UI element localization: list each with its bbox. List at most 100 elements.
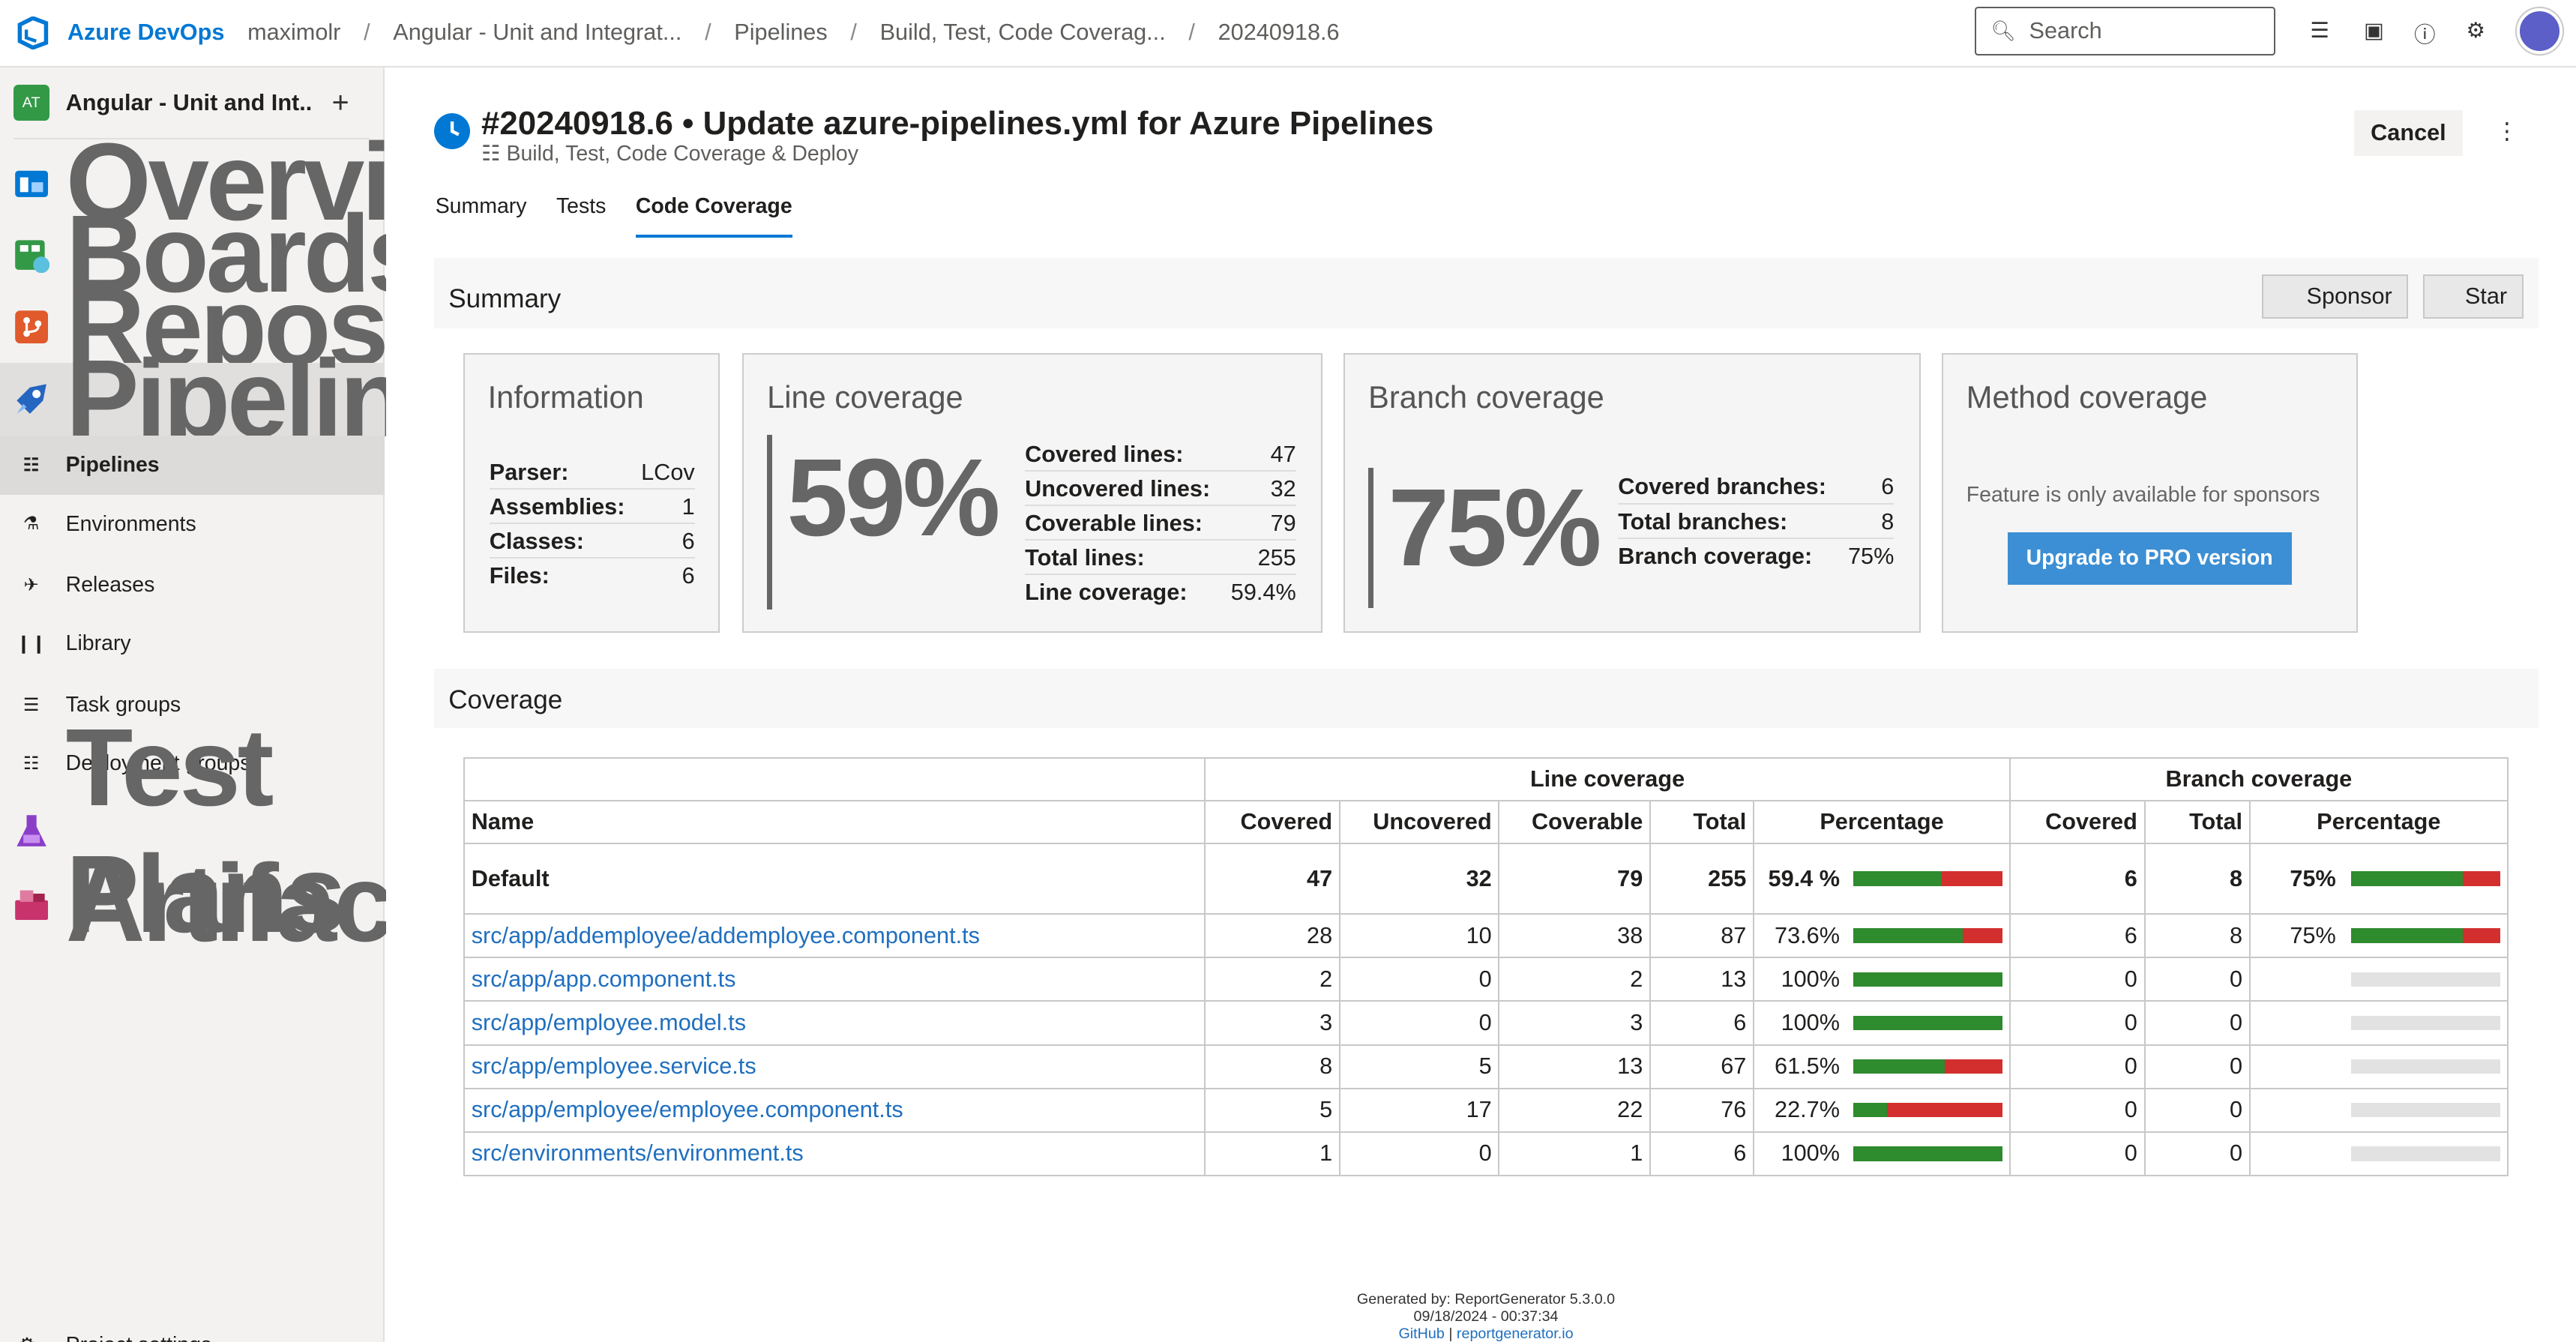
sidebar-subitem-environments[interactable]: ⚗ Environments bbox=[0, 495, 385, 554]
line-percentage-cell: 22.7% bbox=[1753, 1087, 2011, 1133]
breadcrumb-pipeline[interactable]: Build, Test, Code Coverag... bbox=[880, 19, 1166, 46]
total-lines-cell: 67 bbox=[1649, 1044, 1755, 1089]
info-row: Files: 6 bbox=[489, 562, 695, 589]
file-name: Default bbox=[463, 843, 1206, 915]
column-header-branch-covered[interactable]: Covered bbox=[2008, 800, 2146, 845]
boards-icon bbox=[13, 237, 49, 273]
line-coverage-bar bbox=[1853, 1059, 2003, 1074]
branch-percentage-cell: 75% bbox=[2248, 913, 2509, 959]
total-branches-cell: 0 bbox=[2143, 1131, 2251, 1176]
in-progress-icon bbox=[433, 113, 470, 150]
card-title: Line coverage bbox=[767, 379, 963, 415]
test-plans-icon bbox=[13, 813, 49, 849]
project-settings[interactable]: ⚙ Project settings « bbox=[0, 1316, 385, 1342]
table-row: src/app/addemployee/addemployee.componen… bbox=[463, 913, 2509, 959]
breadcrumb-pipelines[interactable]: Pipelines bbox=[734, 19, 827, 46]
total-branches-cell: 0 bbox=[2143, 957, 2251, 1002]
column-header-branch-total[interactable]: Total bbox=[2143, 800, 2251, 845]
sidebar-subitem-releases[interactable]: ✈ Releases bbox=[0, 556, 385, 615]
column-header-coverable[interactable]: Coverable bbox=[1498, 800, 1652, 845]
sidebar-item-label: Pipelines bbox=[65, 452, 160, 477]
file-name[interactable]: src/app/employee/employee.component.ts bbox=[463, 1087, 1206, 1133]
uncovered-lines-cell: 0 bbox=[1338, 957, 1500, 1002]
sidebar-subitem-pipelines[interactable]: ☷ Pipelines bbox=[0, 435, 385, 495]
breadcrumb-project[interactable]: Angular - Unit and Integrat... bbox=[393, 19, 681, 46]
line-coverage-bar bbox=[1853, 972, 2003, 987]
breadcrumb-run[interactable]: 20240918.6 bbox=[1218, 19, 1340, 46]
star-button[interactable]: Star bbox=[2423, 274, 2524, 319]
tab-code-coverage[interactable]: Code Coverage bbox=[635, 194, 792, 238]
breadcrumb-separator: / bbox=[705, 19, 711, 46]
covered-segment bbox=[1853, 1015, 2003, 1031]
uncovered-lines-cell: 0 bbox=[1338, 1000, 1500, 1046]
sidebar-item-label: Environments bbox=[65, 511, 196, 536]
breadcrumb-org[interactable]: maximolr bbox=[247, 19, 340, 46]
total-branches-cell: 8 bbox=[2143, 843, 2251, 915]
more-options-icon[interactable]: ⋮ bbox=[2496, 118, 2519, 145]
azure-devops-logo-icon[interactable] bbox=[15, 15, 51, 51]
covered-lines-cell: 28 bbox=[1204, 913, 1340, 959]
total-lines-cell: 6 bbox=[1649, 1000, 1755, 1046]
search-icon: 🔍︎ bbox=[1990, 19, 2017, 43]
coverage-report: Summary Sponsor Star Information Parser:… bbox=[433, 258, 2539, 1342]
information-table: Parser: LCov Assemblies: 1 Classes: 6 Files… bbox=[489, 455, 695, 593]
column-header-name[interactable]: Name bbox=[463, 800, 1206, 845]
line-coverage-bar bbox=[1853, 1146, 2003, 1161]
uncovered-segment bbox=[2463, 871, 2501, 887]
footer-separator: | bbox=[1448, 1326, 1453, 1342]
add-icon[interactable]: + bbox=[332, 86, 349, 120]
task-list-icon[interactable]: ☰ bbox=[2305, 18, 2334, 47]
pipelines-sub-icon: ☷ bbox=[22, 454, 40, 475]
column-header-percentage[interactable]: Percentage bbox=[1753, 800, 2011, 845]
branch-coverage-bar bbox=[2350, 928, 2501, 944]
branch-coverage-group-header: Branch coverage bbox=[2008, 757, 2509, 802]
github-link[interactable]: GitHub bbox=[1398, 1326, 1444, 1342]
upgrade-pro-button[interactable]: Upgrade to PRO version bbox=[2007, 532, 2292, 585]
help-icon[interactable]: ⓘ bbox=[2410, 18, 2440, 47]
project-name[interactable]: Angular - Unit and Int... bbox=[66, 90, 313, 116]
file-name[interactable]: src/app/employee.model.ts bbox=[463, 1000, 1206, 1046]
reportgenerator-link[interactable]: reportgenerator.io bbox=[1457, 1326, 1574, 1342]
coverable-lines-cell: 3 bbox=[1498, 1000, 1652, 1046]
line-percentage: 22.7% bbox=[1775, 1097, 1840, 1123]
tab-summary[interactable]: Summary bbox=[436, 194, 527, 238]
sidebar-subitem-library[interactable]: ❙❙ Library bbox=[0, 615, 385, 674]
table-row: Default 47 32 79 255 59.4 % 6 8 75% bbox=[463, 843, 2509, 915]
file-name[interactable]: src/app/employee.service.ts bbox=[463, 1044, 1206, 1089]
uncovered-segment bbox=[1963, 928, 2003, 944]
file-name[interactable]: src/app/addemployee/addemployee.componen… bbox=[463, 913, 1206, 959]
search-box[interactable]: 🔍︎ Search bbox=[1974, 6, 2275, 56]
artifacts-icon bbox=[13, 885, 49, 921]
total-lines-cell: 87 bbox=[1649, 913, 1755, 959]
user-settings-icon[interactable]: ⚙ bbox=[2461, 18, 2491, 47]
uncovered-segment bbox=[2463, 928, 2501, 944]
sidebar-item-artifacts[interactable]: Artifacts bbox=[0, 842, 486, 965]
file-name[interactable]: src/app/app.component.ts bbox=[463, 957, 1206, 1002]
covered-segment bbox=[1853, 928, 1963, 944]
cancel-button[interactable]: Cancel bbox=[2354, 109, 2463, 157]
report-footer: Generated by: ReportGenerator 5.3.0.0 09… bbox=[434, 1291, 2539, 1342]
gear-icon: ⚙ bbox=[18, 1334, 36, 1342]
shopping-bag-icon[interactable]: ▣ bbox=[2359, 18, 2389, 47]
avatar[interactable] bbox=[2517, 7, 2563, 55]
brand-link[interactable]: Azure DevOps bbox=[67, 19, 225, 46]
table-row: src/app/app.component.ts 2 0 2 13 100% 0 0 bbox=[463, 957, 2509, 1002]
total-branches-cell: 8 bbox=[2143, 913, 2251, 959]
sidebar-item-label: Releases bbox=[65, 572, 155, 597]
collapse-icon[interactable]: « bbox=[337, 1332, 349, 1342]
pipeline-name[interactable]: ☷ Build, Test, Code Coverage & Deploy bbox=[481, 141, 858, 166]
top-bar: Azure DevOps maximolr / Angular - Unit a… bbox=[0, 0, 2576, 67]
sponsor-button[interactable]: Sponsor bbox=[2262, 274, 2409, 319]
summary-heading: Summary bbox=[448, 284, 562, 314]
sidebar-item-pipelines[interactable]: Pipelines bbox=[0, 337, 523, 460]
total-lines-cell: 13 bbox=[1649, 957, 1755, 1002]
line-percentage-cell: 100% bbox=[1753, 1000, 2011, 1046]
column-header-covered[interactable]: Covered bbox=[1204, 800, 1340, 845]
total-lines-cell: 255 bbox=[1649, 843, 1755, 915]
tab-tests[interactable]: Tests bbox=[556, 194, 606, 238]
column-header-branch-percentage[interactable]: Percentage bbox=[2248, 800, 2509, 845]
column-header-uncovered[interactable]: Uncovered bbox=[1338, 800, 1500, 845]
covered-segment bbox=[2350, 871, 2464, 887]
column-header-total[interactable]: Total bbox=[1649, 800, 1755, 845]
file-name[interactable]: src/environments/environment.ts bbox=[463, 1131, 1206, 1176]
